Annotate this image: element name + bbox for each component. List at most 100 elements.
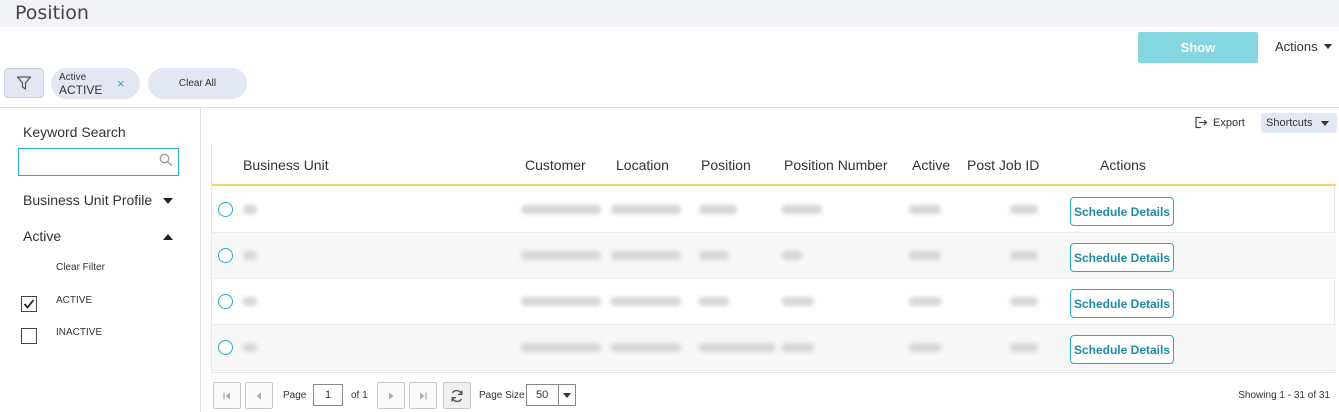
record-count-text: Showing 1 - 31 of 31 [1238, 390, 1330, 401]
refresh-button[interactable] [443, 382, 471, 409]
row-select-radio[interactable] [218, 202, 233, 217]
table-row[interactable]: Schedule Details [212, 279, 1336, 325]
redacted-cell [909, 343, 941, 352]
redacted-cell [521, 343, 601, 352]
redacted-cell [909, 251, 941, 260]
active-checkbox[interactable] [21, 296, 37, 312]
column-header-active[interactable]: Active [912, 157, 950, 173]
page-size-caret [558, 385, 575, 405]
inactive-checkbox[interactable] [21, 328, 37, 344]
last-page-icon [420, 392, 427, 399]
first-page-icon [223, 392, 230, 399]
shortcuts-dropdown[interactable]: Shortcuts [1261, 113, 1337, 133]
page-number-input[interactable]: 1 [313, 384, 343, 406]
filter-icon [16, 76, 32, 90]
redacted-cell [521, 297, 601, 306]
redacted-cell [699, 343, 775, 352]
prev-page-button[interactable] [245, 382, 273, 409]
redacted-cell [1010, 343, 1038, 352]
filter-toggle-button[interactable] [4, 68, 44, 98]
chevron-down-icon [1321, 120, 1330, 126]
show-button[interactable]: Show [1138, 32, 1258, 63]
chevron-down-icon[interactable] [163, 198, 173, 204]
active-filter[interactable]: Active [23, 228, 61, 244]
redacted-cell [611, 205, 681, 214]
next-page-icon [389, 392, 394, 399]
column-header-position[interactable]: Position [701, 157, 751, 173]
next-page-button[interactable] [377, 382, 405, 409]
redacted-cell [909, 297, 941, 306]
redacted-cell [243, 297, 257, 306]
shortcuts-label: Shortcuts [1266, 117, 1313, 129]
column-header-post-job-id[interactable]: Post Job ID [967, 157, 1039, 173]
redacted-cell [521, 251, 601, 260]
clear-filter-link[interactable]: Clear Filter [56, 262, 105, 273]
pager: Page 1 of 1 Page Size 50 Showing 1 - 31 … [213, 382, 1339, 410]
chevron-up-icon[interactable] [163, 234, 173, 240]
redacted-cell [611, 343, 681, 352]
redacted-cell [243, 205, 257, 214]
table-row[interactable]: Schedule Details [212, 325, 1336, 371]
redacted-cell [782, 251, 802, 260]
positions-grid: Business Unit Customer Location Position… [211, 144, 1336, 373]
search-icon[interactable] [159, 153, 173, 167]
table-row[interactable]: Schedule Details [212, 233, 1336, 279]
export-button[interactable]: Export [1194, 116, 1245, 129]
last-page-button[interactable] [409, 382, 437, 409]
row-select-radio[interactable] [218, 340, 233, 355]
page-size-select[interactable]: 50 [526, 384, 576, 406]
redacted-cell [521, 205, 601, 214]
redacted-cell [699, 297, 729, 306]
keyword-search-input[interactable] [18, 148, 179, 176]
column-header-business-unit[interactable]: Business Unit [243, 157, 329, 173]
actions-menu-label: Actions [1275, 39, 1318, 54]
redacted-cell [782, 297, 814, 306]
actions-menu[interactable]: Actions [1275, 39, 1332, 54]
sidebar-divider [200, 107, 201, 412]
page-title: Position [15, 2, 89, 24]
close-icon[interactable]: × [117, 76, 125, 91]
redacted-cell [611, 297, 681, 306]
column-header-customer[interactable]: Customer [525, 157, 586, 173]
chevron-down-icon [563, 392, 571, 398]
inactive-option-label: INACTIVE [56, 327, 103, 338]
redacted-cell [1010, 205, 1038, 214]
grid-header: Business Unit Customer Location Position… [212, 144, 1336, 186]
redacted-cell [1010, 297, 1038, 306]
redacted-cell [243, 343, 257, 352]
redacted-cell [1010, 251, 1038, 260]
redacted-cell [909, 205, 941, 214]
redacted-cell [611, 251, 681, 260]
page-size-value: 50 [536, 389, 549, 401]
active-option-label: ACTIVE [56, 295, 93, 306]
redacted-cell [243, 251, 257, 260]
keyword-search-label: Keyword Search [23, 124, 126, 140]
export-label: Export [1213, 116, 1245, 129]
schedule-details-button[interactable]: Schedule Details [1070, 243, 1174, 272]
prev-page-icon [256, 392, 261, 399]
schedule-details-button[interactable]: Schedule Details [1070, 289, 1174, 318]
chevron-down-icon [1323, 44, 1332, 49]
refresh-icon [451, 389, 463, 402]
column-header-location[interactable]: Location [616, 157, 669, 173]
schedule-details-button[interactable]: Schedule Details [1070, 197, 1174, 226]
page-label: Page [283, 390, 307, 401]
filter-chip-label: Active [59, 72, 87, 83]
clear-all-button[interactable]: Clear All [148, 68, 247, 99]
page-size-label: Page Size [479, 390, 525, 401]
redacted-cell [782, 205, 822, 214]
page-count-label: of 1 [351, 390, 368, 401]
redacted-cell [699, 251, 729, 260]
column-header-position-number[interactable]: Position Number [784, 157, 888, 173]
export-icon [1195, 116, 1208, 129]
redacted-cell [699, 205, 737, 214]
filter-chip-value: ACTIVE [59, 83, 103, 97]
checkmark-icon [23, 299, 35, 309]
business-unit-profile-filter[interactable]: Business Unit Profile [23, 192, 152, 208]
first-page-button[interactable] [213, 382, 241, 409]
filter-chip-active[interactable]: Active ACTIVE × [51, 68, 140, 99]
row-select-radio[interactable] [218, 248, 233, 263]
row-select-radio[interactable] [218, 294, 233, 309]
schedule-details-button[interactable]: Schedule Details [1070, 335, 1174, 364]
table-row[interactable]: Schedule Details [212, 187, 1336, 233]
